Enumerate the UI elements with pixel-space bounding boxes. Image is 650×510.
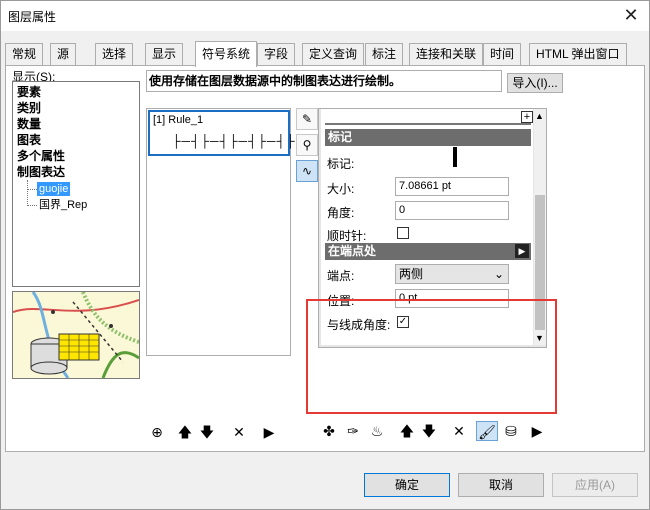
tree-item-representations[interactable]: 制图表达: [17, 164, 65, 180]
tab-general[interactable]: 常规: [5, 43, 44, 65]
add-marker-layer-icon[interactable]: ✤: [318, 421, 340, 441]
move-up-icon[interactable]: 🡅: [174, 422, 196, 442]
marker-layer-icon[interactable]: ✎: [296, 108, 318, 130]
layer-type-toolbar: ✎ ⚲ ∿: [296, 108, 318, 188]
line-angle-label: 与线成角度:: [327, 318, 391, 332]
layer-move-up-icon[interactable]: 🡅: [396, 421, 418, 441]
more-icon[interactable]: ▶: [258, 422, 280, 442]
size-label: 大小:: [327, 182, 355, 196]
add-rule-icon[interactable]: ⊕: [146, 422, 168, 442]
tree-item-categories[interactable]: 类别: [17, 100, 41, 116]
window-title: 图层属性: [8, 10, 57, 24]
database-icon[interactable]: ⛁: [500, 421, 522, 441]
marker-section-header: 标记: [325, 129, 531, 146]
layer-move-down-icon[interactable]: 🡇: [418, 421, 440, 441]
tab-labels[interactable]: 标注: [365, 43, 404, 65]
tree-item-multiple-attributes[interactable]: 多个属性: [17, 148, 65, 164]
geometric-effect-icon[interactable]: ∿: [296, 160, 318, 182]
marker-label: 标记:: [327, 157, 355, 171]
tree-item-charts[interactable]: 图表: [17, 132, 41, 148]
symbology-panel: 显示(S): 要素 类别 数量 图表 多个属性 制图表达 guojie 国界_R…: [5, 65, 645, 452]
tab-display[interactable]: 显示: [145, 43, 184, 65]
rule-label: [1] Rule_1: [153, 114, 204, 126]
rule-item[interactable]: [1] Rule_1 ├─┤├─┤├─┤├─┤├: [148, 110, 295, 156]
import-button[interactable]: 导入(I)...: [507, 73, 563, 93]
rule-list[interactable]: [1] Rule_1 ├─┤├─┤├─┤├─┤├: [146, 108, 295, 356]
scroll-thumb[interactable]: [535, 195, 545, 330]
tab-joins-relates[interactable]: 连接和关联: [409, 43, 484, 65]
angle-label: 角度:: [327, 206, 355, 220]
renderer-description: 使用存储在图层数据源中的制图表达进行绘制。: [146, 70, 502, 92]
tab-bar: 常规 源 选择 显示 符号系统 字段 定义查询 标注 连接和关联 时间 HTML…: [5, 41, 645, 67]
endpoint-select-value: 两侧: [399, 267, 424, 281]
endpoint-section-title: 在端点处: [328, 244, 377, 258]
line-angle-checkbox[interactable]: ✓: [397, 316, 409, 328]
properties-content: + 标记 标记: 大小: 7.08661 pt 角度: 0 顺时针: 在端点处 …: [321, 109, 533, 345]
move-down-icon[interactable]: 🡇: [196, 422, 218, 442]
tree-item-guojie-rep[interactable]: 国界_Rep: [39, 198, 87, 212]
tab-selection[interactable]: 选择: [95, 43, 134, 65]
add-fill-layer-icon[interactable]: ♨: [366, 421, 388, 441]
endpoint-section-header: 在端点处 ▶: [325, 243, 531, 260]
marker-symbol-preview[interactable]: [453, 147, 457, 167]
more-layer-options-icon[interactable]: ▶: [526, 421, 548, 441]
section-menu-icon[interactable]: ▶: [515, 244, 529, 258]
tab-time[interactable]: 时间: [483, 43, 522, 65]
tab-symbology[interactable]: 符号系统: [195, 41, 258, 67]
endpoint-label: 端点:: [327, 269, 355, 283]
properties-scrollbar[interactable]: ▲ ▼: [534, 109, 546, 345]
tab-fields[interactable]: 字段: [257, 43, 296, 65]
layer-toolbar: ✤ ✑ ♨ 🡅 🡇 ✕ 🖌 ⛁ ▶: [318, 418, 558, 446]
scroll-up-icon[interactable]: ▲: [535, 111, 544, 121]
tree-item-features[interactable]: 要素: [17, 84, 41, 100]
tab-html-popup[interactable]: HTML 弹出窗口: [529, 43, 627, 65]
renderer-tree[interactable]: 要素 类别 数量 图表 多个属性 制图表达 guojie 国界_Rep: [12, 81, 140, 287]
add-stroke-layer-icon[interactable]: ✑: [342, 421, 364, 441]
properties-panel: + 标记 标记: 大小: 7.08661 pt 角度: 0 顺时针: 在端点处 …: [318, 108, 547, 348]
position-field[interactable]: 0 pt: [395, 289, 509, 308]
tab-definition-query[interactable]: 定义查询: [302, 43, 365, 65]
size-field[interactable]: 7.08661 pt: [395, 177, 509, 196]
tree-item-quantities[interactable]: 数量: [17, 116, 41, 132]
endpoint-select[interactable]: 两侧 ⌄: [395, 264, 509, 284]
divider: [325, 123, 531, 125]
brush-icon[interactable]: 🖌: [476, 421, 498, 441]
tree-connector: [27, 205, 37, 206]
tab-source[interactable]: 源: [50, 43, 77, 65]
scroll-down-icon[interactable]: ▼: [535, 333, 544, 343]
delete-rule-icon[interactable]: ✕: [228, 422, 250, 442]
clockwise-checkbox[interactable]: [397, 227, 409, 239]
cancel-button[interactable]: 取消: [458, 473, 544, 497]
apply-button[interactable]: 应用(A): [552, 473, 638, 497]
rule-toolbar: ⊕ 🡅 🡇 ✕ ▶: [146, 422, 291, 444]
angle-field[interactable]: 0: [395, 201, 509, 220]
clockwise-label: 顺时针:: [327, 229, 367, 243]
tree-connector: [27, 180, 28, 206]
tree-item-guojie[interactable]: guojie: [37, 182, 71, 196]
ok-button[interactable]: 确定: [364, 473, 450, 497]
stroke-layer-icon[interactable]: ⚲: [296, 134, 318, 156]
expand-icon[interactable]: +: [521, 111, 533, 123]
layer-properties-dialog: 图层属性 ✕ 常规 源 选择 显示 符号系统 字段 定义查询 标注 连接和关联 …: [0, 0, 650, 510]
title-bar: 图层属性 ✕: [1, 1, 649, 31]
chevron-down-icon: ⌄: [493, 267, 504, 281]
delete-layer-icon[interactable]: ✕: [448, 421, 470, 441]
rule-symbol-preview: ├─┤├─┤├─┤├─┤├: [172, 134, 296, 148]
close-icon[interactable]: ✕: [619, 5, 643, 27]
renderer-preview-image: [12, 291, 140, 379]
tree-connector: [27, 189, 37, 190]
position-label: 位置:: [327, 294, 355, 308]
